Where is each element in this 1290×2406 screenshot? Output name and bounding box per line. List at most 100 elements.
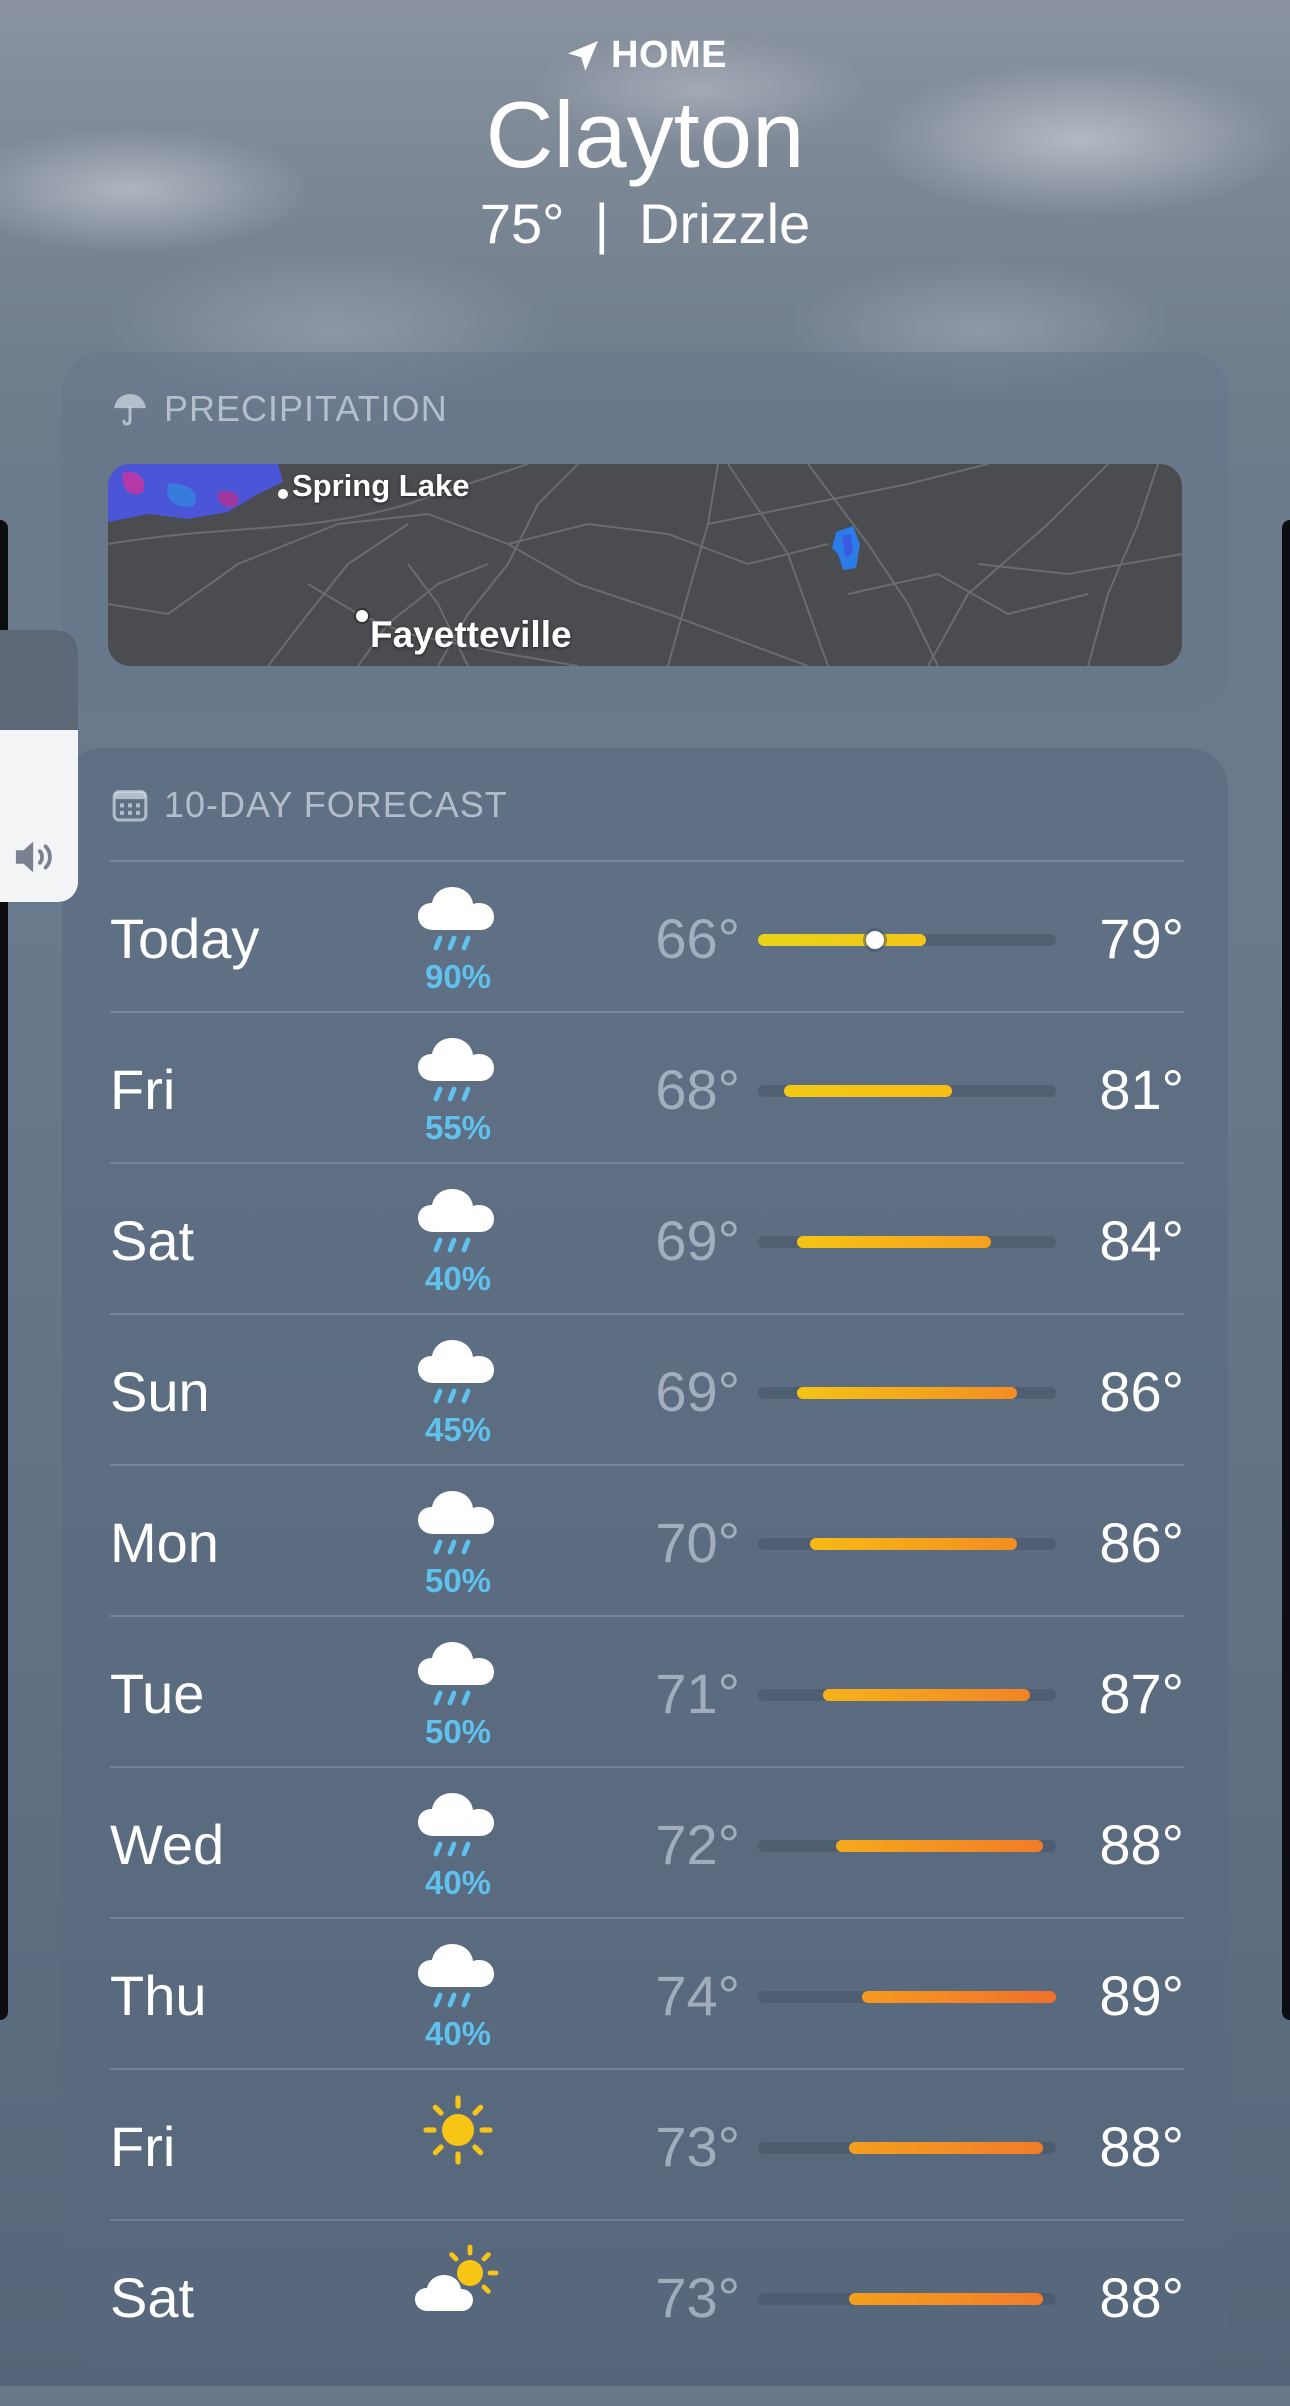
precipitation-map[interactable]: Spring Lake Fayetteville <box>108 464 1182 666</box>
forecast-day: Tue <box>110 1662 205 1725</box>
calendar-icon <box>112 790 148 822</box>
bottom-edge <box>0 2386 1290 2406</box>
temperature-range-track <box>758 931 1056 949</box>
temperature-range-bar <box>822 1689 1031 1701</box>
temperature-range-track <box>758 1538 1056 1550</box>
volume-indicator[interactable] <box>0 630 78 902</box>
temperature-range-bar <box>835 1840 1044 1852</box>
precip-chance: 45% <box>424 1411 492 1448</box>
temperature-range-bar <box>861 1991 1056 2003</box>
weather-icon-wrap: 40% <box>410 1184 506 1304</box>
map-label-fayetteville: Fayetteville <box>370 614 572 655</box>
weather-icon-wrap: 40% <box>410 1939 506 2059</box>
high-temperature: 88° <box>1099 2266 1184 2329</box>
precipitation-title: PRECIPITATION <box>164 388 448 429</box>
current-condition: Drizzle <box>639 192 811 255</box>
temperature-range-track <box>758 1236 1056 1248</box>
cloud-rain-icon <box>410 882 506 962</box>
low-temperature: 73° <box>655 2266 740 2329</box>
weather-icon-wrap: 50% <box>410 1637 506 1757</box>
temperature-range-track <box>758 1840 1056 1852</box>
cloud-rain-icon <box>410 1033 506 1113</box>
umbrella-icon <box>114 394 146 426</box>
precipitation-card-header: PRECIPITATION <box>110 388 448 430</box>
high-temperature: 79° <box>1099 907 1184 970</box>
screen-edge-right <box>1282 520 1290 2020</box>
precip-chance: 40% <box>424 1260 492 1297</box>
forecast-row[interactable]: Mon 50% 70° 86° <box>110 1464 1184 1615</box>
weather-icon-wrap: 45% <box>410 1335 506 1455</box>
low-temperature: 69° <box>655 1360 740 1423</box>
cloud-rain-icon <box>410 1637 506 1717</box>
forecast-row[interactable]: Sat 73° 88° <box>110 2219 1184 2370</box>
conditions-separator: | <box>594 192 610 255</box>
low-temperature: 70° <box>655 1511 740 1574</box>
weather-icon-wrap: 55% <box>410 1033 506 1153</box>
precip-chance: 90% <box>424 958 492 995</box>
forecast-day: Fri <box>110 1058 176 1121</box>
cloud-rain-icon <box>410 1486 506 1566</box>
partly-sunny-icon <box>410 2241 506 2321</box>
weather-icon-wrap: 90% <box>410 882 506 1002</box>
forecast-card[interactable]: 10-DAY FORECAST Today 90% 66° 79° Fri 55% 68° 8… <box>62 748 1228 2363</box>
low-temperature: 69° <box>655 1209 740 1272</box>
temperature-range-bar <box>796 1236 992 1248</box>
current-conditions: 75° | Drizzle <box>0 189 1290 259</box>
forecast-day: Thu <box>110 1964 207 2027</box>
temperature-range-track <box>758 1387 1056 1399</box>
location-tag-label: HOME <box>611 34 727 76</box>
weather-icon-wrap <box>410 2241 506 2361</box>
forecast-day: Fri <box>110 2115 176 2178</box>
cloud-rain-icon <box>410 1788 506 1868</box>
weather-icon-wrap <box>410 2090 506 2210</box>
forecast-row[interactable]: Sun 45% 69° 86° <box>110 1313 1184 1464</box>
forecast-row[interactable]: Thu 40% 74° 89° <box>110 1917 1184 2068</box>
forecast-row[interactable]: Fri 55% 68° 81° <box>110 1011 1184 1162</box>
cloud-rain-icon <box>410 1184 506 1264</box>
high-temperature: 81° <box>1099 1058 1184 1121</box>
precipitation-card[interactable]: PRECIPITATION Spring Lake Fayetteville <box>62 352 1228 712</box>
precip-chance: 40% <box>424 1864 492 1901</box>
location-tag: HOME <box>0 34 1290 77</box>
current-temperature: 75° <box>479 192 565 255</box>
high-temperature: 89° <box>1099 1964 1184 2027</box>
temperature-range-bar <box>758 934 927 946</box>
forecast-day: Today <box>110 907 260 970</box>
high-temperature: 87° <box>1099 1662 1184 1725</box>
forecast-card-header: 10-DAY FORECAST <box>110 784 508 826</box>
location-arrow-icon <box>568 40 598 71</box>
precip-chance: 55% <box>424 1109 492 1146</box>
low-temperature: 73° <box>655 2115 740 2178</box>
speaker-icon <box>15 841 52 873</box>
forecast-day: Sat <box>110 2266 195 2329</box>
cloud-rain-icon <box>410 1335 506 1415</box>
temperature-range-bar <box>783 1085 953 1097</box>
precip-chance: 50% <box>424 1713 492 1750</box>
temperature-range-bar <box>848 2293 1044 2305</box>
weather-icon-wrap: 50% <box>410 1486 506 1606</box>
sun-icon <box>410 2090 506 2170</box>
high-temperature: 86° <box>1099 1360 1184 1423</box>
map-roads <box>108 464 1182 666</box>
low-temperature: 68° <box>655 1058 740 1121</box>
precip-chance: 50% <box>424 1562 492 1599</box>
forecast-row[interactable]: Today 90% 66° 79° <box>110 860 1184 1011</box>
low-temperature: 66° <box>655 907 740 970</box>
forecast-row[interactable]: Wed 40% 72° 88° <box>110 1766 1184 1917</box>
temperature-range-track <box>758 2293 1056 2305</box>
forecast-day: Mon <box>110 1511 219 1574</box>
temperature-range-track <box>758 1991 1056 2003</box>
high-temperature: 86° <box>1099 1511 1184 1574</box>
cloud-rain-icon <box>410 1939 506 2019</box>
low-temperature: 74° <box>655 1964 740 2027</box>
current-temperature-dot <box>865 931 884 949</box>
volume-level-empty <box>0 630 78 730</box>
forecast-day: Sat <box>110 1209 195 1272</box>
forecast-row[interactable]: Sat 40% 69° 84° <box>110 1162 1184 1313</box>
temperature-range-track <box>758 1689 1056 1701</box>
forecast-row[interactable]: Tue 50% 71° 87° <box>110 1615 1184 1766</box>
temperature-range-bar <box>848 2142 1044 2154</box>
forecast-row[interactable]: Fri 73° 88° <box>110 2068 1184 2219</box>
forecast-day: Sun <box>110 1360 210 1423</box>
high-temperature: 88° <box>1099 2115 1184 2178</box>
